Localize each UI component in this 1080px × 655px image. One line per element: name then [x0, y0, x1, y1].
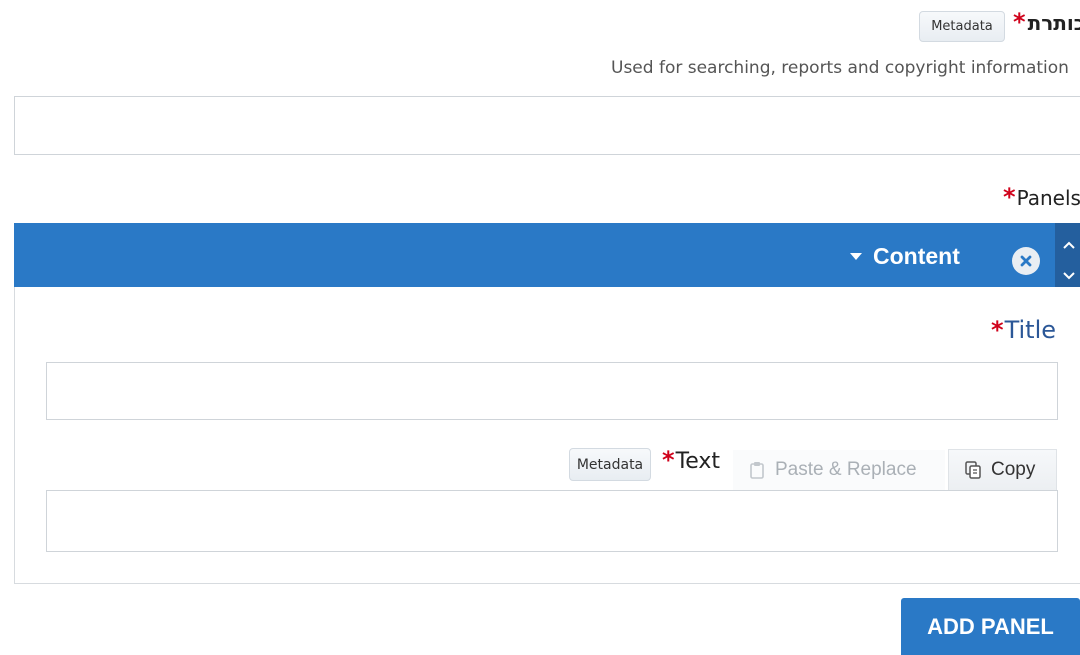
paste-replace-button[interactable]: Paste & Replace: [733, 450, 945, 490]
add-panel-button[interactable]: ADD PANEL: [901, 598, 1080, 655]
required-mark: *: [662, 446, 675, 474]
panels-label: Panels: [1016, 186, 1080, 210]
chevron-up-glyph: [1063, 241, 1075, 249]
title-field-help-text: Used for searching, reports and copyrigh…: [611, 58, 1069, 78]
copy-label: Copy: [991, 459, 1036, 480]
text-metadata-button[interactable]: Metadata: [569, 448, 651, 481]
title-field-input[interactable]: [14, 96, 1080, 155]
required-mark: *: [1003, 183, 1016, 211]
chevron-down-icon[interactable]: [1062, 266, 1076, 285]
paste-icon: [750, 462, 764, 479]
content-panel-title[interactable]: Content: [850, 243, 960, 270]
title-metadata-button[interactable]: Metadata: [919, 11, 1005, 42]
copy-icon: [965, 461, 981, 479]
title-field-label-group: * כותרת: [1013, 8, 1080, 36]
required-mark: *: [1013, 8, 1026, 36]
panel-title-label: Title: [1004, 316, 1056, 344]
panel-text-input[interactable]: [46, 490, 1058, 552]
copy-button[interactable]: Copy: [948, 449, 1057, 491]
content-panel-label: Content: [873, 243, 960, 269]
close-icon[interactable]: [1012, 247, 1040, 275]
caret-down-icon: [850, 253, 862, 260]
panels-label-group: * Panels: [1003, 183, 1080, 211]
panel-title-input[interactable]: [46, 362, 1058, 420]
required-mark: *: [991, 316, 1004, 344]
panel-title-label-group: * Title: [991, 316, 1056, 344]
panel-text-label-group: * Text: [662, 446, 720, 474]
chevron-up-icon[interactable]: [1062, 235, 1076, 254]
chevron-down-glyph: [1063, 272, 1075, 280]
title-field-label: כותרת: [1027, 11, 1080, 35]
paste-replace-label: Paste & Replace: [775, 459, 917, 480]
close-icon-glyph: [1020, 255, 1032, 267]
panel-text-label: Text: [675, 449, 721, 474]
